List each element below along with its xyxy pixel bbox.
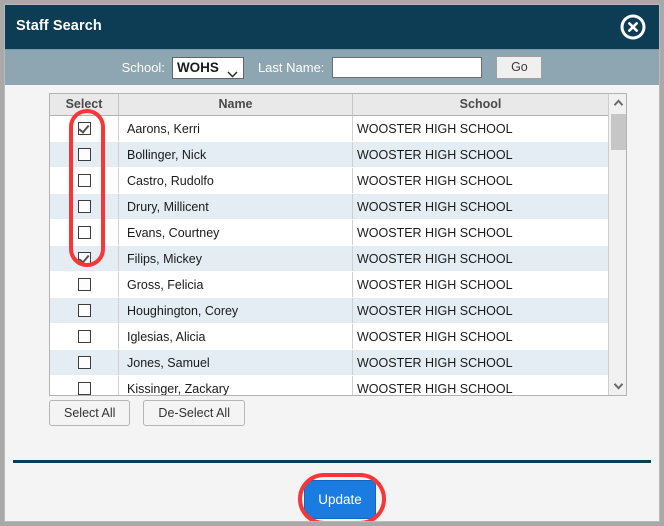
chevron-down-icon[interactable] bbox=[609, 377, 626, 395]
row-name-cell: Filips, Mickey bbox=[119, 246, 353, 271]
row-select-cell bbox=[50, 246, 119, 271]
row-select-checkbox[interactable] bbox=[77, 174, 91, 187]
row-select-cell bbox=[50, 116, 119, 141]
lastname-input[interactable] bbox=[332, 57, 483, 78]
close-icon[interactable] bbox=[619, 13, 647, 41]
table-row[interactable]: Evans, Courtney WOOSTER HIGH SCHOOL bbox=[50, 220, 609, 246]
row-select-cell bbox=[50, 168, 119, 193]
selection-buttons: Select All De-Select All bbox=[49, 400, 245, 426]
search-toolbar: School: WOHS Last Name: Go bbox=[5, 49, 659, 85]
row-select-cell bbox=[50, 142, 119, 167]
row-select-cell bbox=[50, 376, 119, 395]
row-school-cell: WOOSTER HIGH SCHOOL bbox=[357, 382, 513, 396]
row-select-checkbox[interactable] bbox=[77, 330, 91, 343]
table-row[interactable]: Drury, Millicent WOOSTER HIGH SCHOOL bbox=[50, 194, 609, 220]
dialog-titlebar: Staff Search bbox=[5, 5, 659, 49]
school-select-wrap: WOHS bbox=[165, 56, 258, 79]
row-name-cell: Houghington, Corey bbox=[119, 298, 353, 323]
row-name-cell: Iglesias, Alicia bbox=[119, 324, 353, 349]
row-name-cell: Gross, Felicia bbox=[119, 272, 353, 297]
row-school-cell: WOOSTER HIGH SCHOOL bbox=[357, 356, 513, 370]
row-select-cell bbox=[50, 298, 119, 323]
row-select-checkbox[interactable] bbox=[77, 122, 91, 135]
scrollbar-thumb[interactable] bbox=[611, 114, 626, 150]
table-row[interactable]: Filips, Mickey WOOSTER HIGH SCHOOL bbox=[50, 246, 609, 272]
chevron-up-icon[interactable] bbox=[609, 94, 626, 112]
dialog-body: Select Name School Aarons, Kerri WOOSTER … bbox=[5, 85, 659, 460]
row-select-cell bbox=[50, 350, 119, 375]
table-header-row: Select Name School bbox=[50, 94, 609, 116]
row-select-cell bbox=[50, 272, 119, 297]
row-select-cell bbox=[50, 194, 119, 219]
row-school-cell: WOOSTER HIGH SCHOOL bbox=[357, 252, 513, 266]
column-header-name[interactable]: Name bbox=[119, 94, 353, 115]
table-vertical-scrollbar[interactable] bbox=[608, 94, 626, 395]
staff-search-dialog: Staff Search School: WOHS Last Name: Go … bbox=[4, 4, 660, 522]
row-name-cell: Drury, Millicent bbox=[119, 194, 353, 219]
row-select-checkbox[interactable] bbox=[77, 148, 91, 161]
table-row[interactable]: Kissinger, Zackary WOOSTER HIGH SCHOOL bbox=[50, 376, 609, 396]
table-row[interactable]: Bollinger, Nick WOOSTER HIGH SCHOOL bbox=[50, 142, 609, 168]
column-header-school[interactable]: School bbox=[353, 94, 608, 115]
dialog-footer: Update bbox=[5, 463, 659, 521]
row-school-cell: WOOSTER HIGH SCHOOL bbox=[357, 304, 513, 318]
row-school-cell: WOOSTER HIGH SCHOOL bbox=[357, 122, 513, 136]
dialog-title: Staff Search bbox=[16, 18, 102, 34]
school-label: School: bbox=[121, 60, 165, 75]
table-row[interactable]: Castro, Rudolfo WOOSTER HIGH SCHOOL bbox=[50, 168, 609, 194]
table-row[interactable]: Houghington, Corey WOOSTER HIGH SCHOOL bbox=[50, 298, 609, 324]
row-name-cell: Aarons, Kerri bbox=[119, 116, 353, 141]
staff-table-body: Aarons, Kerri WOOSTER HIGH SCHOOL Bollinge… bbox=[50, 116, 609, 396]
row-name-cell: Jones, Samuel bbox=[119, 350, 353, 375]
table-row[interactable]: Iglesias, Alicia WOOSTER HIGH SCHOOL bbox=[50, 324, 609, 350]
select-all-button[interactable]: Select All bbox=[49, 400, 131, 426]
row-select-checkbox[interactable] bbox=[77, 304, 91, 317]
school-select[interactable]: WOHS bbox=[171, 56, 244, 79]
row-school-cell: WOOSTER HIGH SCHOOL bbox=[357, 278, 513, 292]
lastname-label: Last Name: bbox=[257, 60, 325, 75]
row-select-cell bbox=[50, 220, 119, 245]
row-select-checkbox[interactable] bbox=[77, 200, 91, 213]
row-select-checkbox[interactable] bbox=[77, 356, 91, 369]
column-header-select[interactable]: Select bbox=[50, 94, 119, 115]
row-select-cell bbox=[50, 324, 119, 349]
row-name-cell: Evans, Courtney bbox=[119, 220, 353, 245]
go-button[interactable]: Go bbox=[496, 56, 543, 79]
row-select-checkbox[interactable] bbox=[77, 252, 91, 265]
row-school-cell: WOOSTER HIGH SCHOOL bbox=[357, 200, 513, 214]
row-name-cell: Castro, Rudolfo bbox=[119, 168, 353, 193]
row-name-cell: Bollinger, Nick bbox=[119, 142, 353, 167]
row-select-checkbox[interactable] bbox=[77, 226, 91, 239]
row-select-checkbox[interactable] bbox=[77, 382, 91, 395]
row-select-checkbox[interactable] bbox=[77, 278, 91, 291]
update-button[interactable]: Update bbox=[304, 480, 376, 519]
staff-table-container: Select Name School Aarons, Kerri WOOSTER … bbox=[49, 93, 627, 396]
row-school-cell: WOOSTER HIGH SCHOOL bbox=[357, 226, 513, 240]
table-row[interactable]: Aarons, Kerri WOOSTER HIGH SCHOOL bbox=[50, 116, 609, 142]
row-school-cell: WOOSTER HIGH SCHOOL bbox=[357, 330, 513, 344]
row-school-cell: WOOSTER HIGH SCHOOL bbox=[357, 148, 513, 162]
table-row[interactable]: Jones, Samuel WOOSTER HIGH SCHOOL bbox=[50, 350, 609, 376]
de-select-all-button[interactable]: De-Select All bbox=[143, 400, 245, 426]
table-row[interactable]: Gross, Felicia WOOSTER HIGH SCHOOL bbox=[50, 272, 609, 298]
row-school-cell: WOOSTER HIGH SCHOOL bbox=[357, 174, 513, 188]
row-name-cell: Kissinger, Zackary bbox=[119, 376, 353, 395]
